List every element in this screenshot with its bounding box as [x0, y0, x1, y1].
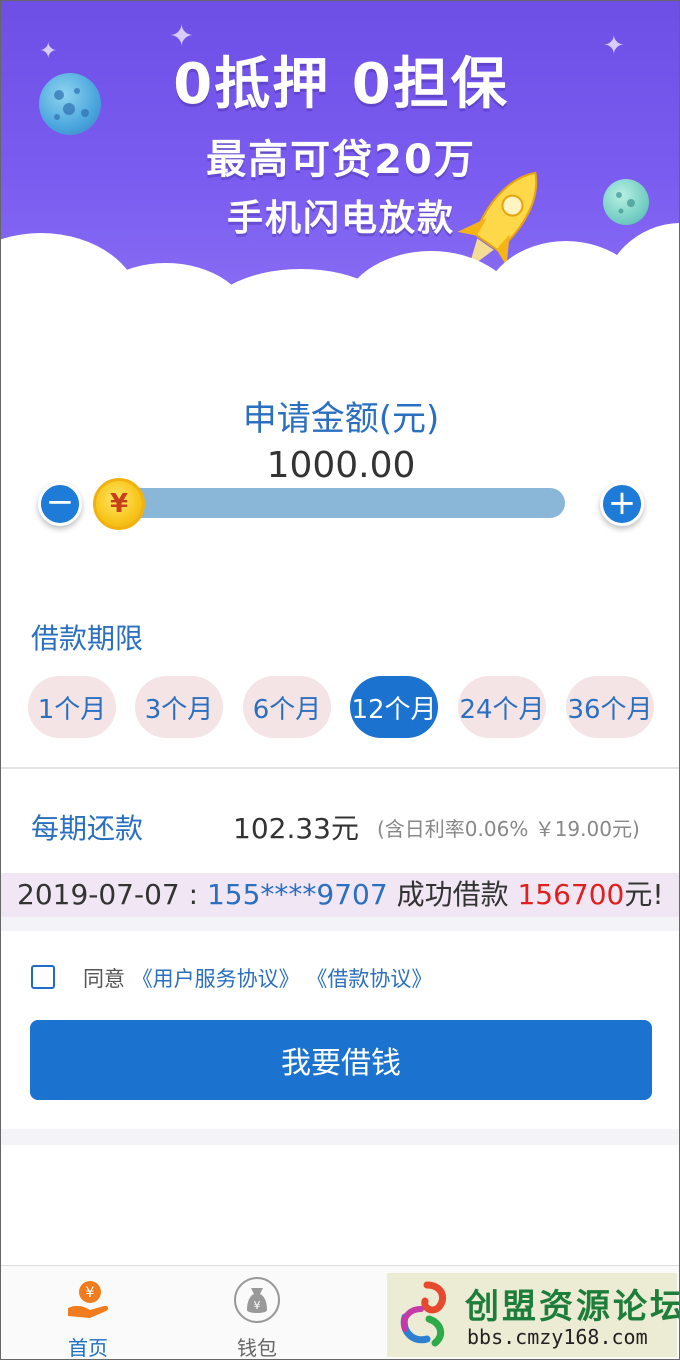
term-option-24[interactable]: 24个月	[458, 676, 546, 738]
banner-headline: 0抵押 0担保	[173, 52, 509, 117]
agreement-text: 同意 《用户服务协议》 《借款协议》	[83, 963, 432, 993]
user-service-agreement-link[interactable]: 《用户服务协议》	[132, 967, 300, 991]
term-option-36[interactable]: 36个月	[566, 676, 654, 738]
app-screen: ✦ ✦ ✦ 0抵押 0担保 最高可贷20万 手机闪电放款 申请金额(元) 100…	[0, 0, 680, 1360]
ticker-suffix: 元!	[624, 878, 664, 911]
repayment-note: (含日利率0.06% ￥19.00元)	[377, 817, 640, 841]
term-option-6[interactable]: 6个月	[243, 676, 331, 738]
agree-checkbox[interactable]	[31, 965, 55, 989]
ticker-date: 2019-07-07 :	[17, 878, 207, 911]
nav-home-label: 首页	[68, 1336, 108, 1360]
nav-wallet[interactable]: ¥ 钱包	[197, 1266, 317, 1360]
promo-banner[interactable]: ✦ ✦ ✦ 0抵押 0担保 最高可贷20万 手机闪电放款	[1, 1, 679, 319]
repayment-label: 每期还款	[31, 812, 144, 845]
divider	[1, 767, 679, 769]
term-options: 1个月 3个月 6个月 12个月 24个月 36个月	[28, 676, 654, 738]
wallet-bag-icon: ¥	[233, 1276, 281, 1324]
banner-tagline: 手机闪电放款	[226, 198, 455, 239]
watermark: 创盟资源论坛 bbs.cmzy168.com	[387, 1273, 680, 1357]
banner-subline: 最高可贷20万	[206, 137, 476, 183]
term-option-3[interactable]: 3个月	[135, 676, 223, 738]
svg-text:¥: ¥	[86, 1285, 95, 1301]
section-gap	[1, 1129, 679, 1145]
borrow-button[interactable]: 我要借钱	[30, 1020, 652, 1100]
amount-slider[interactable]	[97, 488, 565, 518]
home-coin-hand-icon: ¥	[64, 1276, 112, 1324]
ticker-phone: 155****9707	[206, 878, 388, 911]
term-option-12[interactable]: 12个月	[350, 676, 438, 738]
minus-icon: −	[45, 482, 75, 522]
loan-ticker: 2019-07-07 : 155****9707 成功借款 156700元!	[1, 873, 679, 917]
amount-label: 申请金额(元)	[242, 399, 440, 439]
ticker-text: 成功借款	[387, 878, 518, 911]
repayment-value: 102.33元	[233, 812, 359, 845]
decrease-amount-button[interactable]: −	[38, 482, 82, 526]
term-label: 借款期限	[31, 622, 144, 655]
term-option-1[interactable]: 1个月	[28, 676, 116, 738]
section-gap	[1, 917, 679, 931]
slider-handle[interactable]: ¥	[93, 478, 145, 530]
agree-prefix: 同意	[83, 967, 125, 991]
watermark-title: 创盟资源论坛	[465, 1287, 680, 1327]
ticker-amount: 156700	[517, 878, 625, 911]
watermark-url: bbs.cmzy168.com	[467, 1325, 648, 1349]
nav-home[interactable]: ¥ 首页	[28, 1266, 148, 1360]
nav-wallet-label: 钱包	[237, 1336, 277, 1360]
watermark-logo-icon	[400, 1281, 446, 1347]
svg-text:¥: ¥	[254, 1299, 261, 1312]
increase-amount-button[interactable]: +	[600, 482, 644, 526]
yuan-icon: ¥	[109, 489, 129, 519]
loan-agreement-link[interactable]: 《借款协议》	[306, 967, 432, 991]
plus-icon: +	[607, 482, 637, 523]
amount-value: 1000.00	[266, 445, 416, 486]
